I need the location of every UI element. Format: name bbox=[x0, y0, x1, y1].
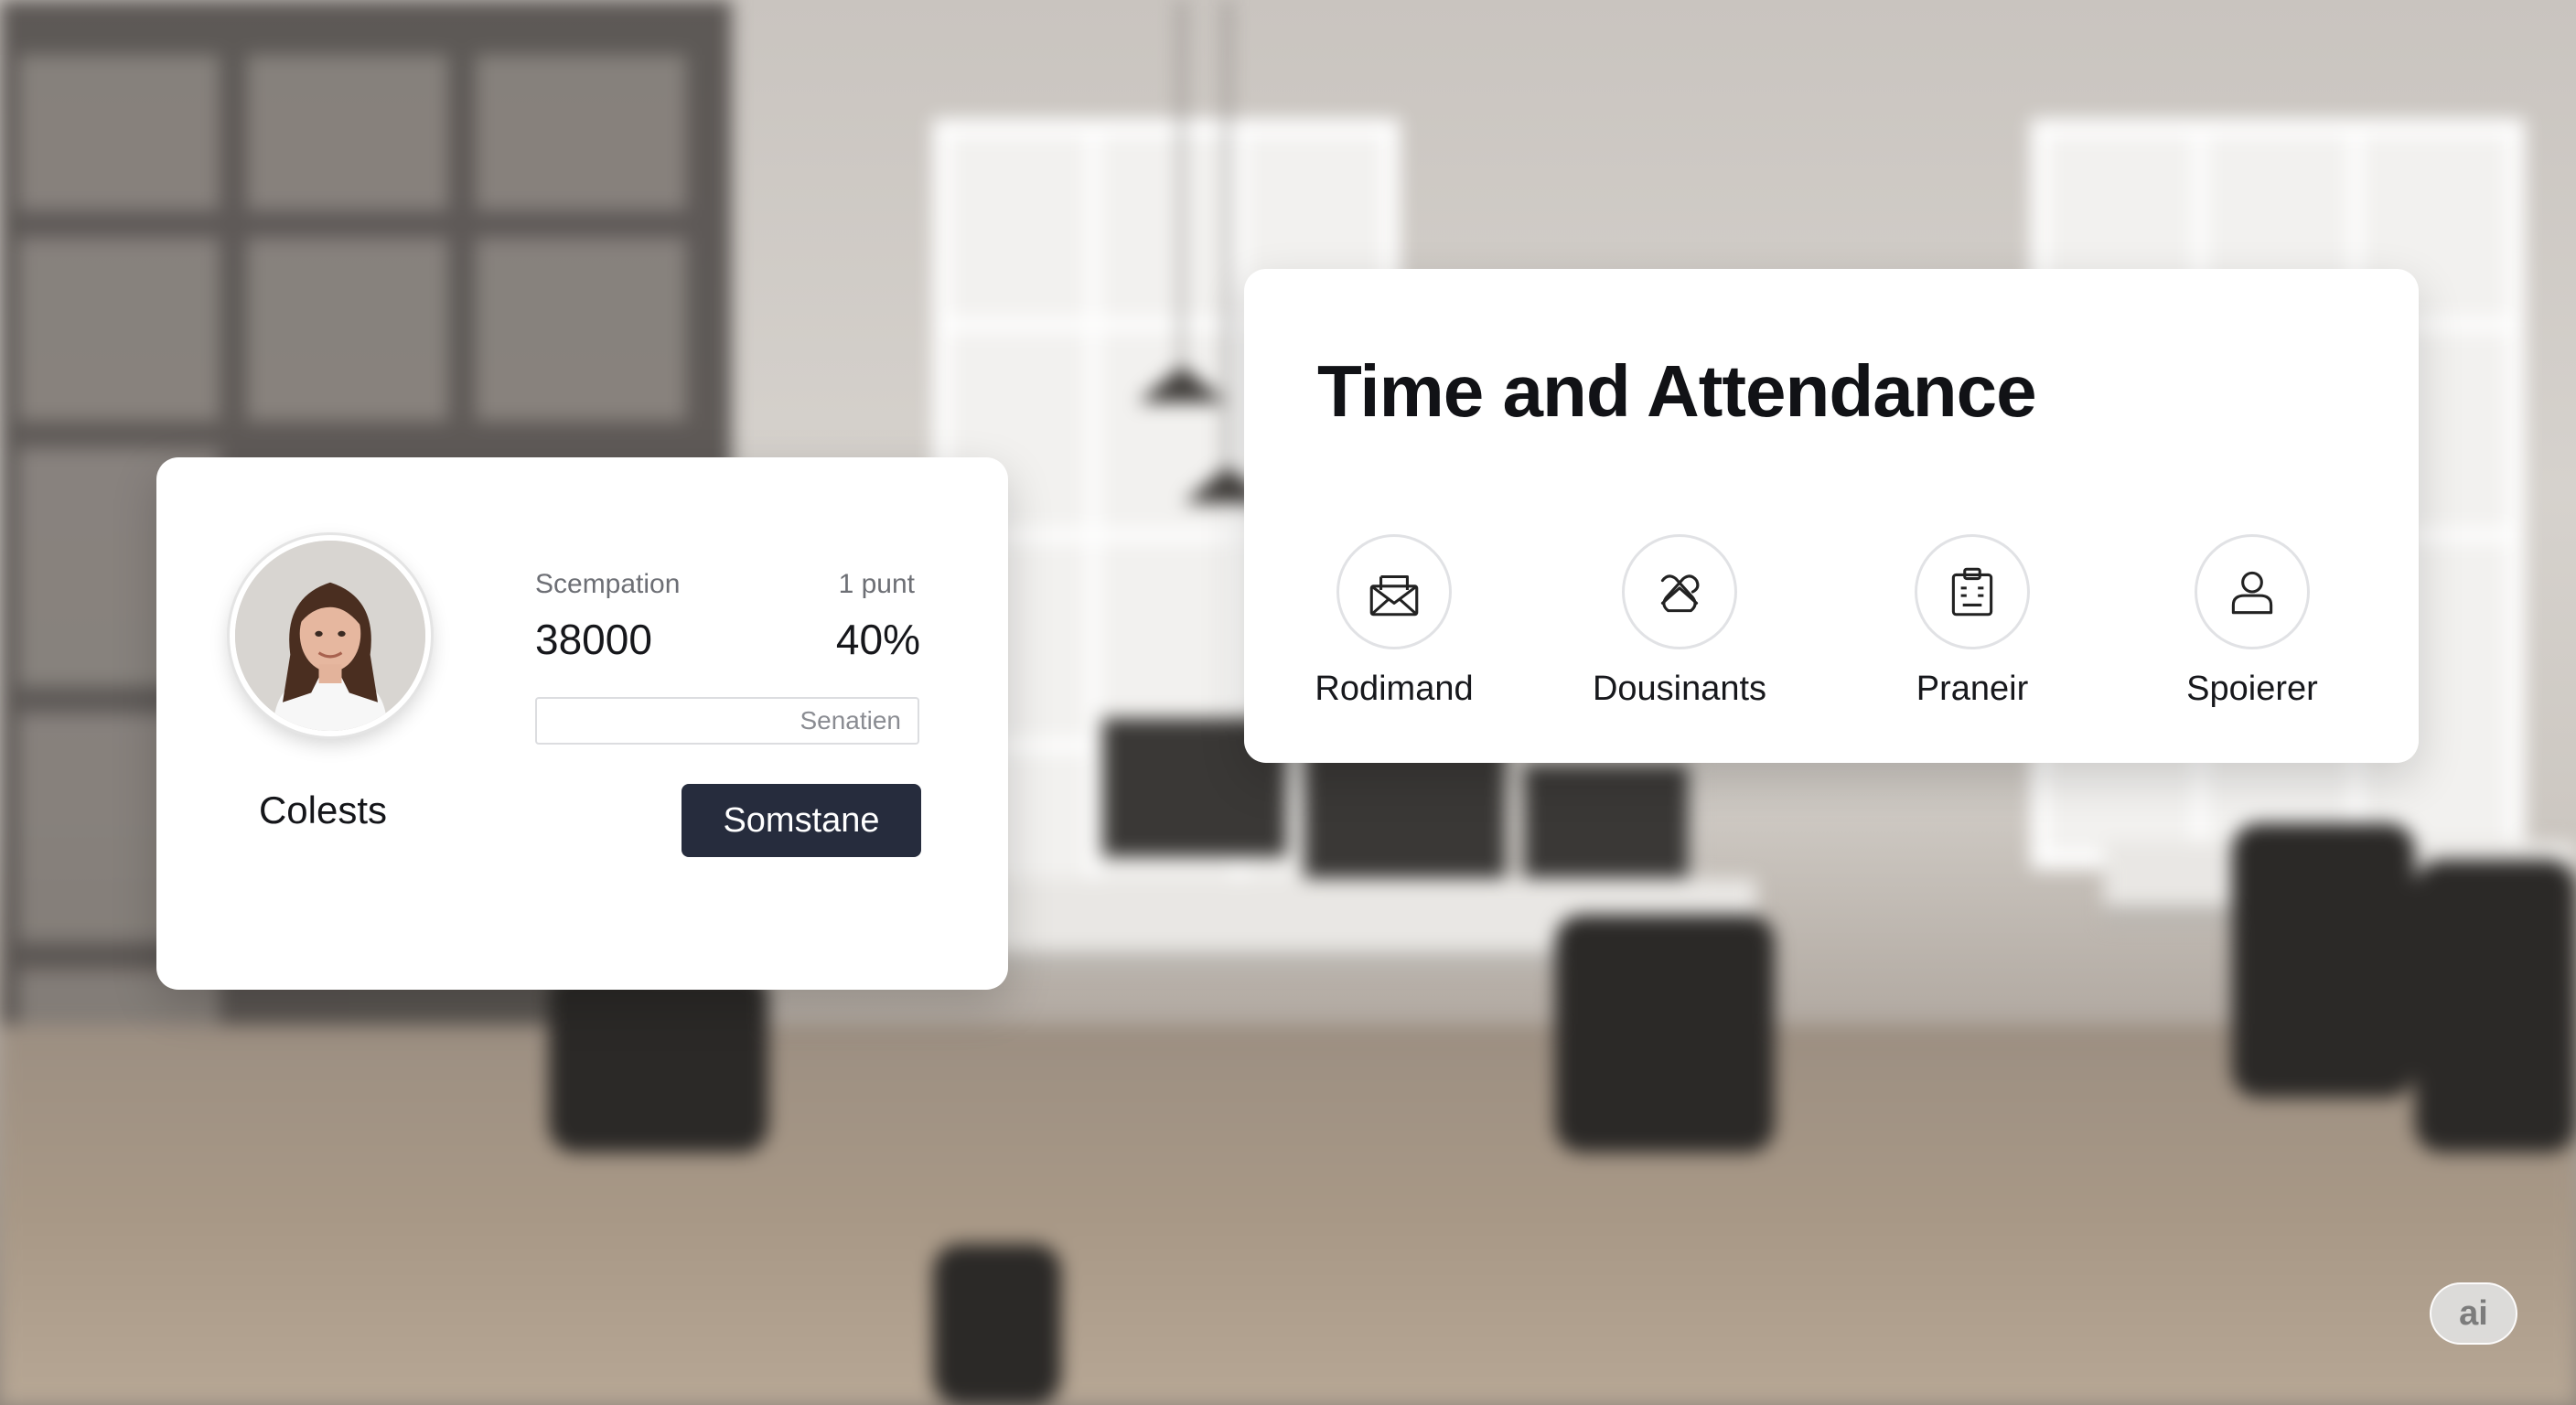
stat-label-punt: 1 punt bbox=[838, 569, 915, 599]
attendance-item-spoierer[interactable]: Spoierer bbox=[2133, 534, 2371, 709]
ai-badge: ai bbox=[2430, 1282, 2517, 1345]
attendance-item-label: Dousinants bbox=[1592, 670, 1767, 708]
time-attendance-card: Time and Attendance Rodimand Dousinants bbox=[1244, 269, 2419, 763]
attendance-item-praneir[interactable]: Praneir bbox=[1853, 534, 2091, 709]
user-icon bbox=[2195, 534, 2310, 649]
profile-name: Colests bbox=[258, 788, 388, 831]
avatar-portrait bbox=[235, 541, 425, 731]
card-title: Time and Attendance bbox=[1317, 350, 2037, 432]
avatar[interactable] bbox=[230, 535, 431, 736]
stat-value-scempation: 38000 bbox=[535, 616, 652, 663]
senatien-input[interactable] bbox=[535, 697, 919, 745]
profile-card: Colests Scempation 38000 1 punt 40% Soms… bbox=[156, 457, 1008, 990]
attendance-item-label: Rodimand bbox=[1315, 670, 1474, 708]
crossed-envelope-icon bbox=[1622, 534, 1737, 649]
attendance-item-label: Spoierer bbox=[2186, 670, 2318, 708]
envelope-icon bbox=[1336, 534, 1452, 649]
somstane-button[interactable]: Somstane bbox=[682, 784, 921, 857]
stat-value-percent: 40% bbox=[835, 616, 920, 663]
attendance-item-dousinants[interactable]: Dousinants bbox=[1561, 534, 1798, 709]
stat-label-scempation: Scempation bbox=[535, 569, 681, 599]
attendance-item-label: Praneir bbox=[1916, 670, 2029, 708]
clipboard-icon bbox=[1915, 534, 2030, 649]
attendance-item-rodimand[interactable]: Rodimand bbox=[1275, 534, 1513, 709]
